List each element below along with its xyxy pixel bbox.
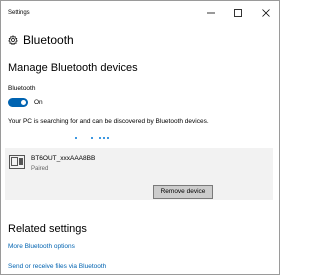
remove-device-button[interactable]: Remove device xyxy=(153,185,213,199)
page-title: Bluetooth xyxy=(23,33,74,47)
bluetooth-toggle[interactable] xyxy=(8,98,28,107)
device-list-item[interactable]: BT6OUT_xxxAAA8BB Paired Remove device xyxy=(5,148,273,200)
page-header: Bluetooth xyxy=(8,33,74,47)
gear-icon xyxy=(8,35,18,45)
progress-dot xyxy=(99,137,101,139)
toggle-knob xyxy=(21,100,26,105)
close-icon xyxy=(262,9,270,17)
searching-status-text: Your PC is searching for and can be disc… xyxy=(8,118,209,125)
maximize-button[interactable] xyxy=(228,5,248,21)
close-button[interactable] xyxy=(256,5,276,21)
maximize-icon xyxy=(234,9,242,17)
title-bar: Settings xyxy=(1,1,279,25)
minimize-button[interactable] xyxy=(201,5,221,21)
device-status: Paired xyxy=(31,166,49,172)
toggle-state-label: On xyxy=(34,99,43,106)
settings-window: Settings Bluetooth Manage Bluetooth devi… xyxy=(0,0,280,275)
manage-section-title: Manage Bluetooth devices xyxy=(8,62,138,74)
send-receive-files-link[interactable]: Send or receive files via Bluetooth xyxy=(8,263,106,271)
progress-dot xyxy=(75,137,77,139)
related-settings-title: Related settings xyxy=(8,223,87,235)
device-icon xyxy=(9,155,25,169)
minimize-icon xyxy=(207,12,215,14)
device-name: BT6OUT_xxxAAA8BB xyxy=(31,155,96,162)
progress-dot xyxy=(107,137,109,139)
progress-dot xyxy=(91,137,93,139)
progress-dot xyxy=(103,137,105,139)
window-title: Settings xyxy=(8,10,30,16)
bluetooth-label: Bluetooth xyxy=(8,85,36,92)
more-bluetooth-options-link[interactable]: More Bluetooth options xyxy=(8,243,75,251)
